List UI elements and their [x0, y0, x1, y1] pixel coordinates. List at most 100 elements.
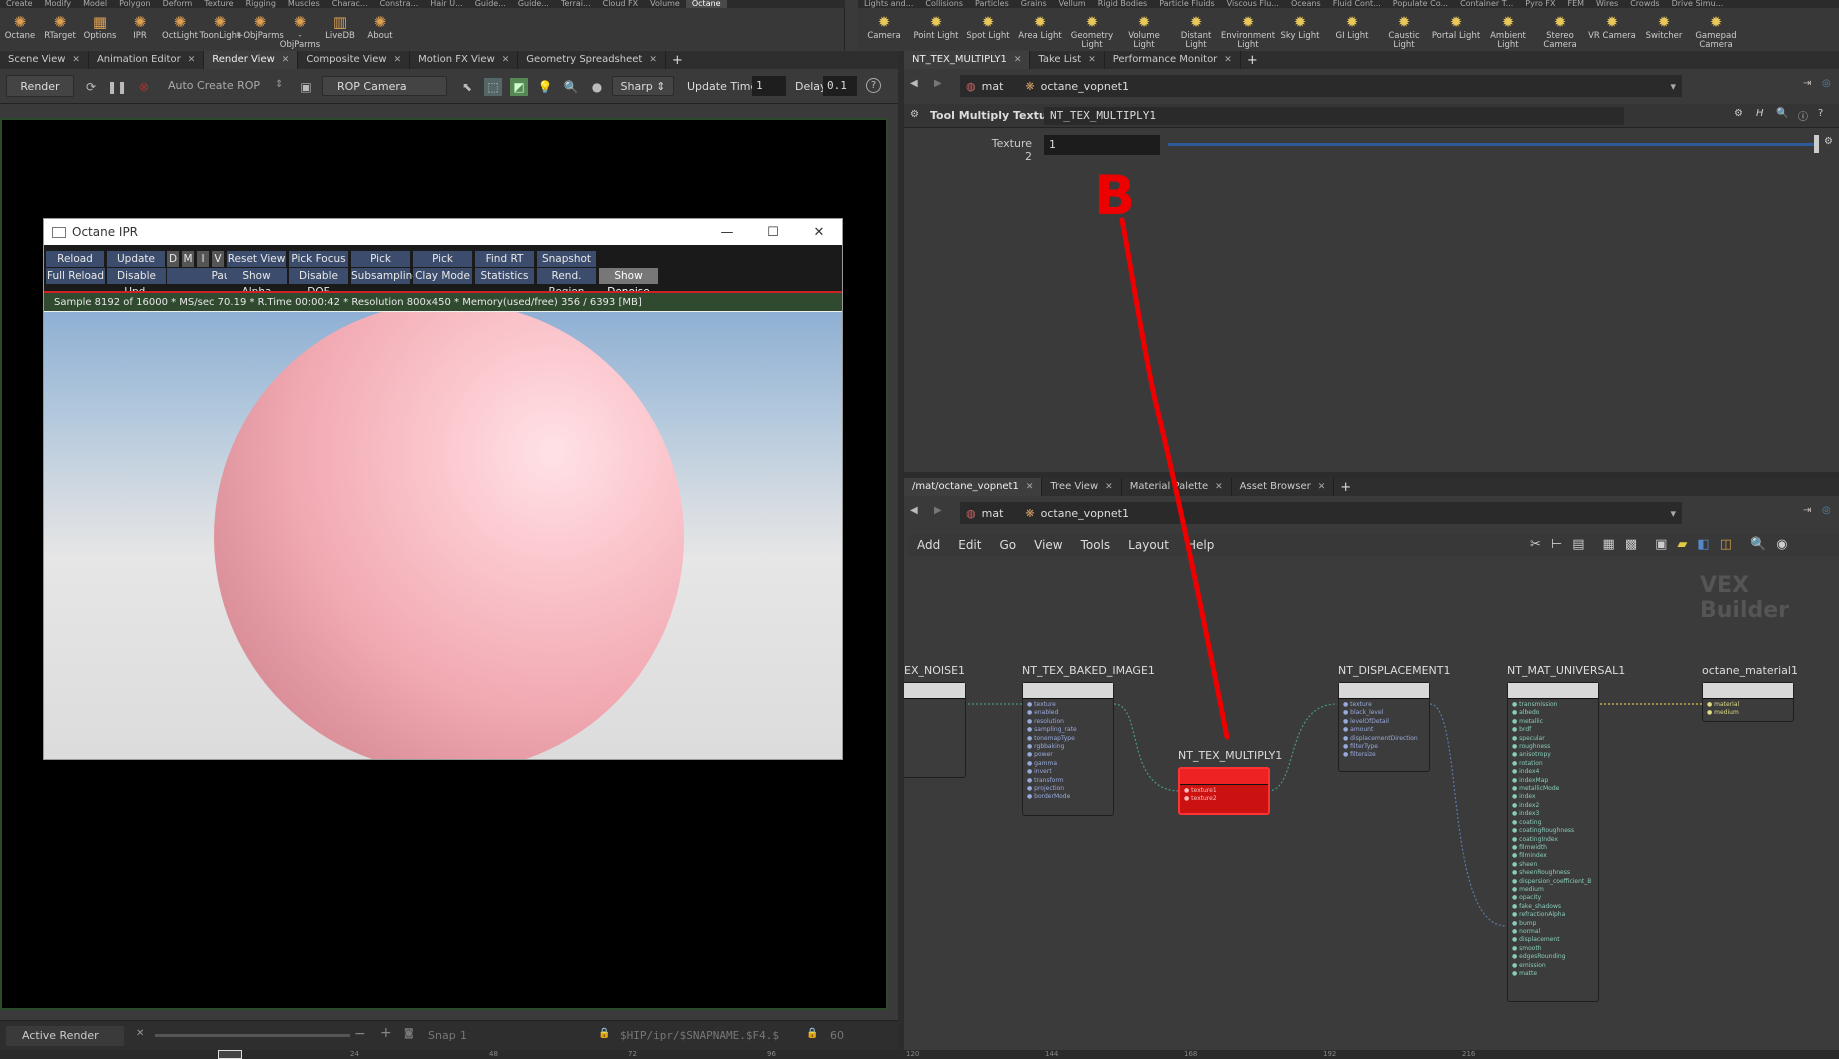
node-port[interactable]: ● displacement — [1512, 936, 1594, 944]
shelf-tool-button[interactable]: ✹ Distant Light — [1170, 8, 1222, 50]
grid-alt-icon[interactable]: ▩ — [1625, 537, 1637, 552]
delay-field[interactable]: 0.1 — [823, 76, 857, 96]
network-editor[interactable]: VEX Builder EX_NOISE1 NT_TEX_BAKED_IMAGE… — [904, 556, 1839, 1050]
node-port[interactable]: ● filterType — [1343, 743, 1425, 751]
node-mat-universal[interactable]: ● transmission ● albedo ● metallic ● brdf ● … — [1507, 682, 1599, 1002]
node-port[interactable]: ● index4 — [1512, 768, 1594, 776]
top-menu-item[interactable]: Lights and... — [858, 0, 919, 8]
shelf-tool-button[interactable]: ✹ Gamepad Camera — [1690, 8, 1742, 50]
top-menu-item[interactable]: Terrai... — [555, 0, 597, 8]
node-name-field[interactable]: NT_TEX_MULTIPLY1 — [1044, 107, 1624, 125]
shelf-tool-button[interactable]: ✹ Ambient Light — [1482, 8, 1534, 50]
snapshot-icon[interactable]: ◩ — [510, 78, 528, 96]
path-field-top[interactable]: ◍ mat ❋ octane_vopnet1 ▾ — [960, 75, 1682, 97]
ipr-button[interactable]: Pick Focus — [289, 251, 348, 267]
close-icon[interactable]: ✕ — [282, 51, 290, 69]
back-arrow-icon[interactable]: ◀ — [910, 505, 918, 516]
top-menu-item[interactable]: Muscles — [282, 0, 326, 8]
node-port[interactable]: ● rotation — [1512, 760, 1594, 768]
node-octane-material[interactable]: ● material ● medium — [1702, 682, 1794, 722]
node-port[interactable]: ● dispersion_coefficient_B — [1512, 878, 1594, 886]
path-node[interactable]: octane_vopnet1 — [1041, 507, 1129, 520]
ipr-button[interactable]: Reload — [46, 251, 104, 267]
node-port[interactable]: ● coatingIndex — [1512, 836, 1594, 844]
shelf-tool-button[interactable]: ✺ About — [360, 8, 400, 50]
top-menu-item[interactable]: Texture — [198, 0, 239, 8]
minus-icon[interactable]: − — [354, 1026, 366, 1042]
top-menu-item[interactable]: Constra... — [374, 0, 425, 8]
top-menu-item[interactable]: Model — [77, 0, 113, 8]
node-port[interactable]: ● filmindex — [1512, 852, 1594, 860]
top-menu-item[interactable]: Rigging — [240, 0, 282, 8]
lock-icon[interactable]: 🔒 — [598, 1028, 610, 1039]
ipr-button[interactable]: Disable DOF — [289, 268, 348, 298]
gear-icon[interactable]: ⚙ — [1824, 136, 1833, 147]
close-icon[interactable]: ✕ — [72, 51, 80, 69]
sphere-icon[interactable]: ● — [588, 78, 606, 96]
node-port[interactable]: ● albedo — [1512, 709, 1594, 717]
close-icon[interactable]: ✕ — [1014, 51, 1022, 69]
top-menu-item[interactable]: Deform — [157, 0, 199, 8]
chevron-down-icon[interactable]: ▾ — [1670, 507, 1676, 520]
auto-create-rop-menu[interactable]: Auto Create ROP — [168, 79, 288, 92]
node-port[interactable]: ● filtersize — [1343, 751, 1425, 759]
close-icon[interactable]: ✕ — [1088, 51, 1096, 69]
tab[interactable]: Material Palette ✕ — [1121, 478, 1232, 496]
region-icon[interactable]: ⬚ — [484, 78, 502, 96]
tree-icon[interactable]: ⊢ — [1551, 537, 1562, 552]
node-port[interactable]: ● refractionAlpha — [1512, 911, 1594, 919]
info-icon[interactable]: ⓘ — [1798, 108, 1808, 123]
top-menu-item[interactable]: Particle Fluids — [1153, 0, 1220, 8]
top-menu-item[interactable]: Guide... — [469, 0, 512, 8]
chevron-down-icon[interactable]: ▾ — [1670, 80, 1676, 93]
shelf-tool-button[interactable]: ✹ Spot Light — [962, 8, 1014, 50]
stop-icon[interactable]: ⊗ — [135, 78, 153, 96]
tab[interactable]: Animation Editor ✕ — [88, 51, 205, 69]
ipr-button[interactable]: D — [167, 251, 179, 267]
ipr-button[interactable]: V — [212, 251, 224, 267]
ipr-button[interactable]: Show Alpha — [227, 268, 286, 298]
help-icon[interactable]: ? — [866, 78, 881, 93]
node-port[interactable]: ● roughness — [1512, 743, 1594, 751]
node-port[interactable]: ● levelOfDetail — [1343, 718, 1425, 726]
top-menu-item[interactable]: Charac... — [326, 0, 374, 8]
shelf-tool-button[interactable]: ✹ Camera — [858, 8, 910, 50]
link-icon[interactable]: ◎ — [1822, 505, 1831, 516]
node-port[interactable]: ● power — [1027, 751, 1109, 759]
node-port[interactable]: ● coatingRoughness — [1512, 827, 1594, 835]
top-menu-item[interactable]: Drive Simu... — [1666, 0, 1730, 8]
shelf-tool-button[interactable]: ▦ Options — [80, 8, 120, 50]
node-port[interactable]: ● indexMap — [1512, 777, 1594, 785]
node-port[interactable]: ● sheen — [1512, 861, 1594, 869]
close-icon[interactable]: ✕ — [1224, 51, 1232, 69]
pause-icon[interactable]: ❚❚ — [107, 78, 127, 96]
refresh-icon[interactable]: ⟳ — [82, 78, 100, 96]
node-port[interactable]: ● tonemapType — [1027, 735, 1109, 743]
ipr-button[interactable]: Show Denoise — [599, 268, 658, 298]
camera-select[interactable]: ROP Camera — [322, 76, 447, 96]
tab[interactable]: Scene View ✕ — [0, 51, 89, 69]
ipr-button[interactable]: I — [197, 251, 209, 267]
top-menu-item[interactable]: Hair U... — [424, 0, 468, 8]
update-time-field[interactable]: 1 — [752, 76, 786, 96]
active-render-select[interactable]: Active Render — [6, 1026, 124, 1046]
top-menu-item[interactable]: Populate Co... — [1387, 0, 1454, 8]
node-port[interactable]: ● resolution — [1027, 718, 1109, 726]
top-menu-item[interactable]: Fluid Cont... — [1327, 0, 1387, 8]
gear-icon[interactable]: ⚙ — [910, 109, 919, 120]
node-port[interactable]: ● coating — [1512, 819, 1594, 827]
note-icon[interactable]: ▰ — [1677, 537, 1687, 552]
camera-rop-icon[interactable]: ▣ — [297, 78, 315, 96]
tab[interactable]: Performance Monitor ✕ — [1104, 51, 1241, 69]
tools-icon[interactable]: ✂ — [1530, 537, 1541, 552]
help-h-icon[interactable]: H — [1756, 108, 1764, 119]
node-port[interactable]: ● texture — [1343, 701, 1425, 709]
render-image[interactable] — [44, 312, 842, 759]
node-port[interactable]: ● black_level — [1343, 709, 1425, 717]
node-port[interactable]: ● texture1 — [1184, 787, 1264, 795]
ipr-button[interactable]: Clay Mode — [413, 268, 472, 284]
network-menu-item[interactable]: Edit — [949, 538, 990, 552]
ipr-button[interactable]: Find RT — [475, 251, 534, 267]
top-menu-item[interactable]: FEM — [1561, 0, 1590, 8]
lightbulb-icon[interactable]: 💡 — [536, 78, 554, 96]
